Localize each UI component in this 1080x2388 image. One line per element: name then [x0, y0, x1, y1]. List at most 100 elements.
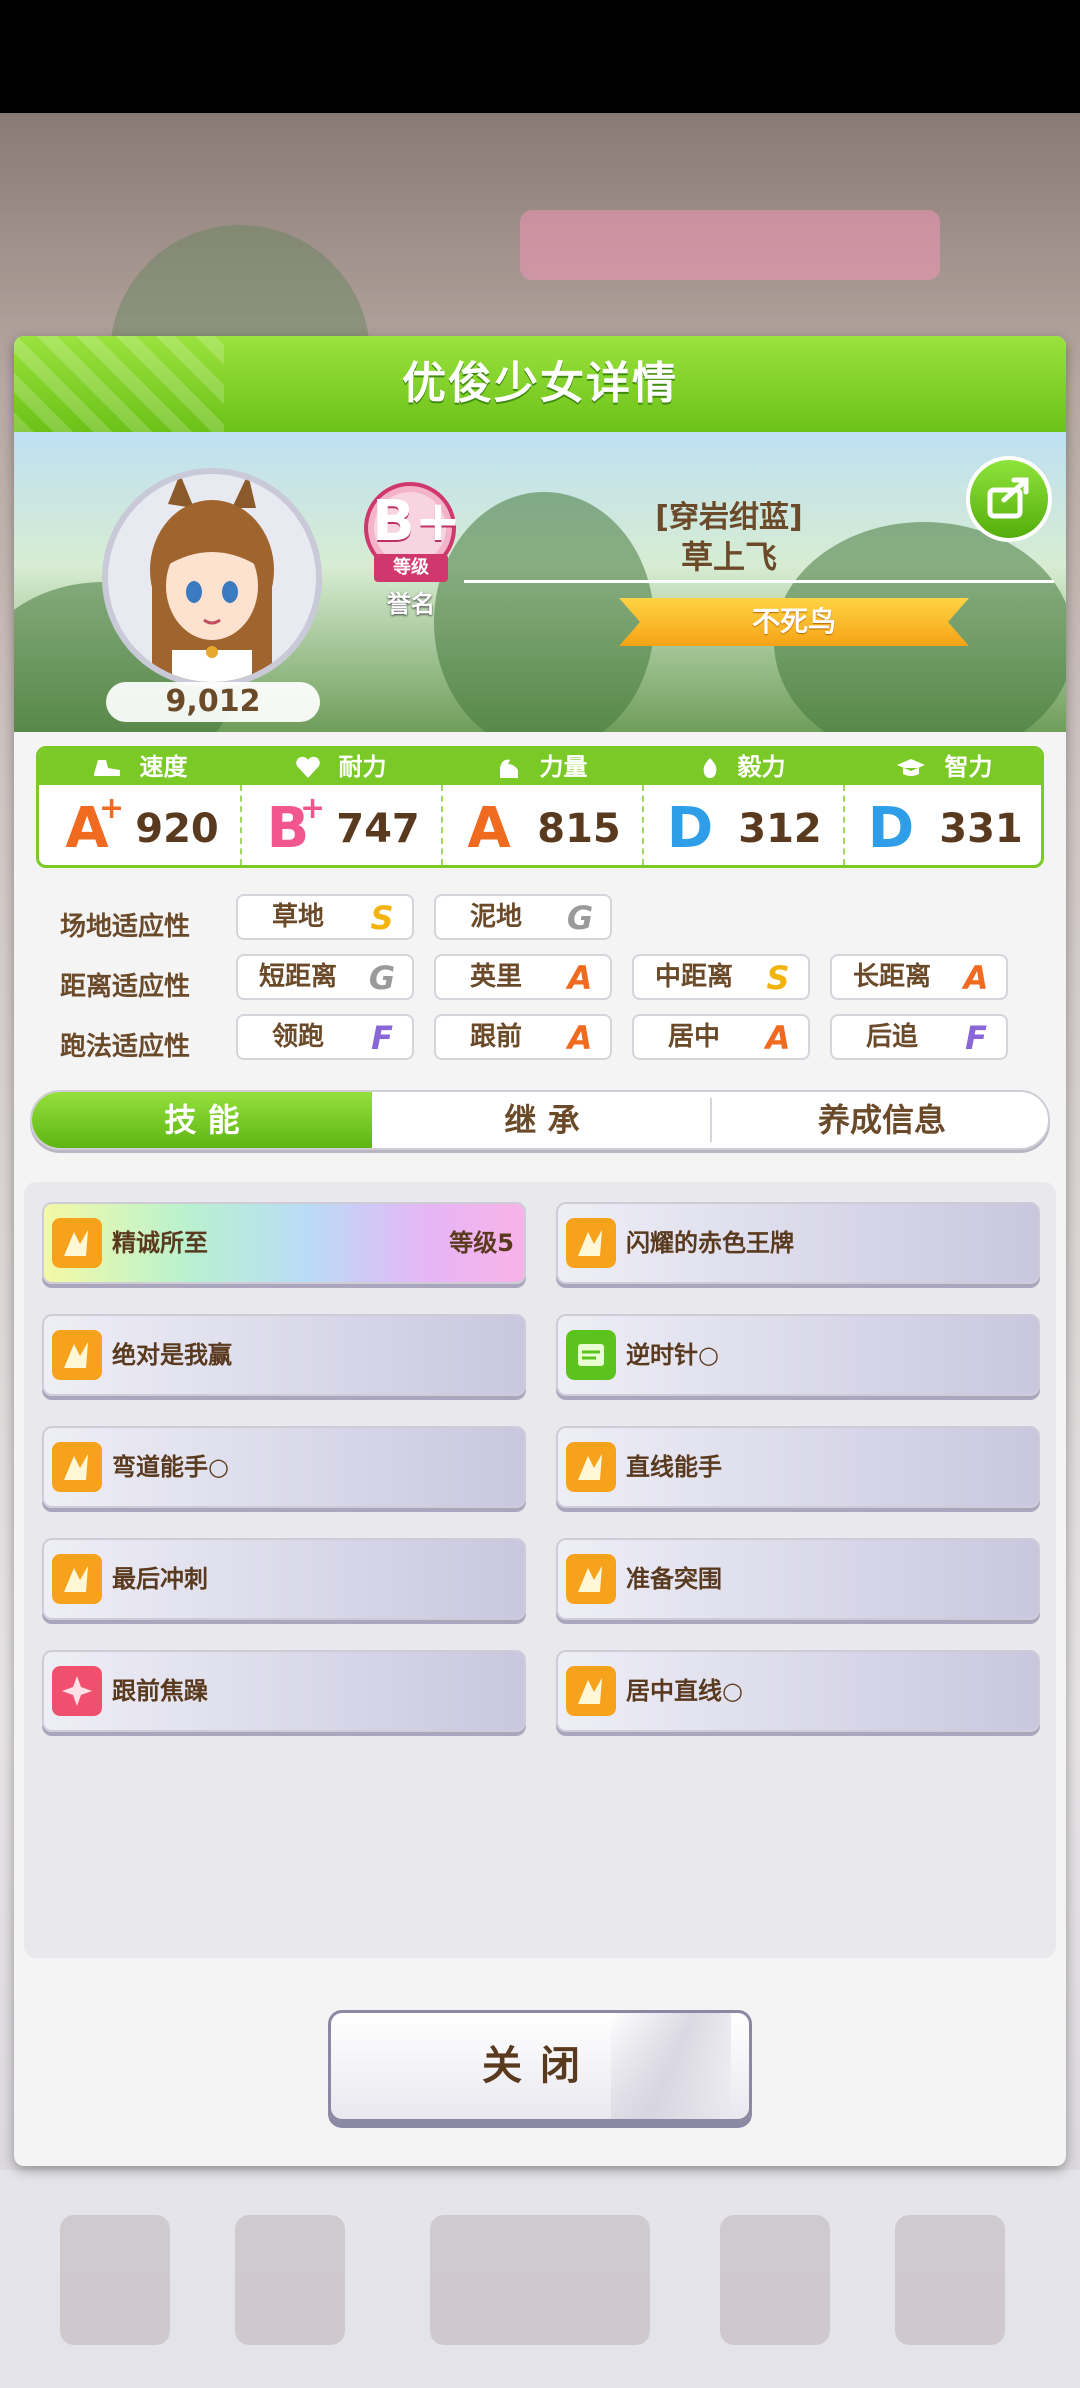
recovery-skill-icon: [566, 1330, 616, 1380]
background-nav-tile: [60, 2215, 170, 2345]
aptitude-name: 长距离: [852, 962, 931, 992]
stat-label: 毅力: [737, 753, 786, 781]
muscle-icon: [499, 759, 518, 778]
aptitude-runner: 领跑 F: [236, 1014, 414, 1060]
aptitude-mile: 英里 A: [434, 954, 612, 1000]
speed-skill-icon: [52, 1330, 102, 1380]
fan-count: 9,012: [106, 682, 320, 722]
stat-guts: 毅力 D 312: [642, 749, 843, 865]
aptitude-grade: S: [766, 959, 790, 997]
stat-wisdom: 智力 D 331: [843, 749, 1041, 865]
skill-item[interactable]: 绝对是我赢: [42, 1314, 526, 1396]
aptitude-name: 居中: [667, 1022, 720, 1052]
aptitude-name: 短距离: [258, 962, 337, 992]
track-aptitude-label: 场地适应性: [60, 912, 191, 942]
aptitude-long: 长距离 A: [830, 954, 1008, 1000]
stat-value: 920: [135, 806, 219, 852]
heart-icon: [295, 756, 320, 778]
stat-value: 747: [336, 806, 420, 852]
stat-label: 耐力: [338, 753, 387, 781]
skill-item[interactable]: 逆时针○: [556, 1314, 1040, 1396]
stats-panel: 速度 A + 920 耐力 B + 747 力量 A 815 毅力 D 312 …: [36, 746, 1044, 868]
name-underline: [464, 580, 1054, 583]
close-button[interactable]: 关闭: [328, 2010, 752, 2122]
tab-inheritance[interactable]: 继 承: [372, 1092, 712, 1148]
distance-aptitude-label: 距离适应性: [60, 972, 191, 1002]
speed-skill-icon: [566, 1554, 616, 1604]
skill-item[interactable]: 闪耀的赤色王牌: [556, 1202, 1040, 1284]
aptitude-grade: G: [566, 899, 594, 937]
skill-item[interactable]: 跟前焦躁: [42, 1650, 526, 1732]
shoe-icon: [93, 760, 120, 776]
rank-grade: B+: [372, 489, 462, 554]
aptitude-grade: A: [567, 1019, 593, 1057]
graduation-cap-icon: [896, 759, 925, 776]
style-aptitude-label: 跑法适应性: [60, 1032, 191, 1062]
skill-item[interactable]: 精诚所至 等级5: [42, 1202, 526, 1284]
stat-value: 331: [939, 806, 1023, 852]
background-nav-tile: [895, 2215, 1005, 2345]
aptitude-grade: G: [368, 959, 396, 997]
speed-skill-icon: [566, 1218, 616, 1268]
background-banner: [520, 210, 940, 280]
avatar: [150, 474, 274, 682]
stat-grade: A: [467, 796, 511, 861]
skill-item[interactable]: 直线能手: [556, 1426, 1040, 1508]
stat-label: 力量: [539, 753, 588, 781]
aptitude-name: 英里: [469, 962, 522, 992]
profile-hero: 9,012 B+ 等级 誉名 [穿岩绀蓝] 草上飞 不死鸟: [14, 432, 1066, 732]
aptitude-grade: A: [765, 1019, 791, 1057]
skill-name: 弯道能手○: [112, 1453, 229, 1481]
aptitude-grade: F: [965, 1019, 987, 1057]
aptitude-leader: 跟前 A: [434, 1014, 612, 1060]
reputation-label: 誉名: [387, 590, 435, 618]
skills-panel: 精诚所至 等级5 闪耀的赤色王牌 绝对是我赢 逆时针○ 弯道能手○ 直线能手 最…: [24, 1182, 1056, 1958]
skill-name: 居中直线○: [626, 1677, 743, 1705]
aptitude-sprint: 短距离 G: [236, 954, 414, 1000]
stat-stamina: 耐力 B + 747: [240, 749, 441, 865]
skill-name: 绝对是我赢: [112, 1341, 232, 1369]
tab-training-info[interactable]: 养成信息: [712, 1092, 1048, 1148]
character-name: 草上飞: [680, 538, 777, 576]
background-nav-tile: [235, 2215, 345, 2345]
skill-name: 直线能手: [626, 1453, 722, 1481]
detail-tabs: 技 能 继 承 养成信息: [30, 1090, 1050, 1150]
skill-level: 等级5: [449, 1229, 514, 1257]
speed-skill-icon: [52, 1442, 102, 1492]
aptitude-name: 泥地: [469, 902, 522, 932]
speed-skill-icon: [52, 1218, 102, 1268]
stat-label: 智力: [944, 753, 993, 781]
skill-name: 最后冲刺: [112, 1565, 208, 1593]
skill-item[interactable]: 准备突围: [556, 1538, 1040, 1620]
skill-name: 逆时针○: [626, 1341, 719, 1369]
character-epithet: [穿岩绀蓝]: [655, 500, 803, 535]
skill-name: 跟前焦躁: [112, 1677, 208, 1705]
aptitude-dirt: 泥地 G: [434, 894, 612, 940]
avatar-frame: [102, 468, 322, 688]
stat-label: 速度: [139, 753, 188, 781]
stat-speed: 速度 A + 920: [39, 749, 240, 865]
aptitude-name: 草地: [271, 902, 324, 932]
aptitude-medium: 中距离 S: [632, 954, 810, 1000]
aptitude-grade: A: [963, 959, 989, 997]
skill-name: 精诚所至: [112, 1229, 208, 1257]
aptitude-grade: A: [567, 959, 593, 997]
share-button[interactable]: [966, 456, 1052, 542]
skill-name: 准备突围: [626, 1565, 722, 1593]
background-nav-tile: [430, 2215, 650, 2345]
skill-item[interactable]: 居中直线○: [556, 1650, 1040, 1732]
speed-skill-icon: [566, 1442, 616, 1492]
tab-skills[interactable]: 技 能: [32, 1092, 372, 1148]
skill-item[interactable]: 弯道能手○: [42, 1426, 526, 1508]
stat-grade: D: [867, 796, 915, 861]
skill-name: 闪耀的赤色王牌: [626, 1229, 794, 1257]
skill-item[interactable]: 最后冲刺: [42, 1538, 526, 1620]
debuff-skill-icon: [52, 1666, 102, 1716]
stat-value: 312: [738, 806, 822, 852]
aptitude-turf: 草地 S: [236, 894, 414, 940]
title-ribbon: 不死鸟: [619, 598, 969, 646]
background-nav-tile: [720, 2215, 830, 2345]
umamusume-detail-modal: 优俊少女详情 9,012 B+ 等级 誉名 [穿岩绀蓝] 草上飞 不死鸟 速度 …: [14, 336, 1066, 2166]
stat-power: 力量 A 815: [441, 749, 642, 865]
speed-skill-icon: [52, 1554, 102, 1604]
